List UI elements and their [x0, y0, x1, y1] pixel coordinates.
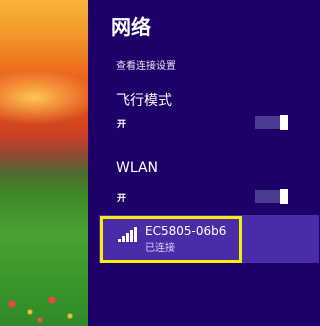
network-status: 已连接	[145, 243, 175, 254]
desktop-wallpaper	[0, 0, 88, 326]
signal-bar	[126, 233, 129, 242]
airplane-mode-toggle[interactable]	[255, 115, 288, 130]
signal-bar	[134, 227, 137, 242]
panel-title: 网络	[111, 15, 151, 39]
signal-bar	[122, 236, 125, 242]
signal-bar	[130, 230, 133, 242]
wifi-signal-icon	[118, 226, 138, 242]
network-name: EC5805-06b6	[145, 224, 227, 238]
wlan-label: WLAN	[116, 160, 159, 176]
view-connection-settings-link[interactable]: 查看连接设置	[116, 57, 176, 72]
wallpaper-flowers	[0, 290, 88, 326]
signal-bar	[118, 239, 121, 242]
toggle-thumb	[280, 189, 288, 204]
airplane-mode-label: 飞行模式	[116, 93, 172, 109]
airplane-mode-state: 开	[117, 120, 127, 130]
toggle-thumb	[280, 115, 288, 130]
wallpaper-cloud	[0, 70, 88, 125]
wlan-toggle[interactable]	[255, 189, 288, 204]
wlan-state: 开	[117, 194, 127, 204]
